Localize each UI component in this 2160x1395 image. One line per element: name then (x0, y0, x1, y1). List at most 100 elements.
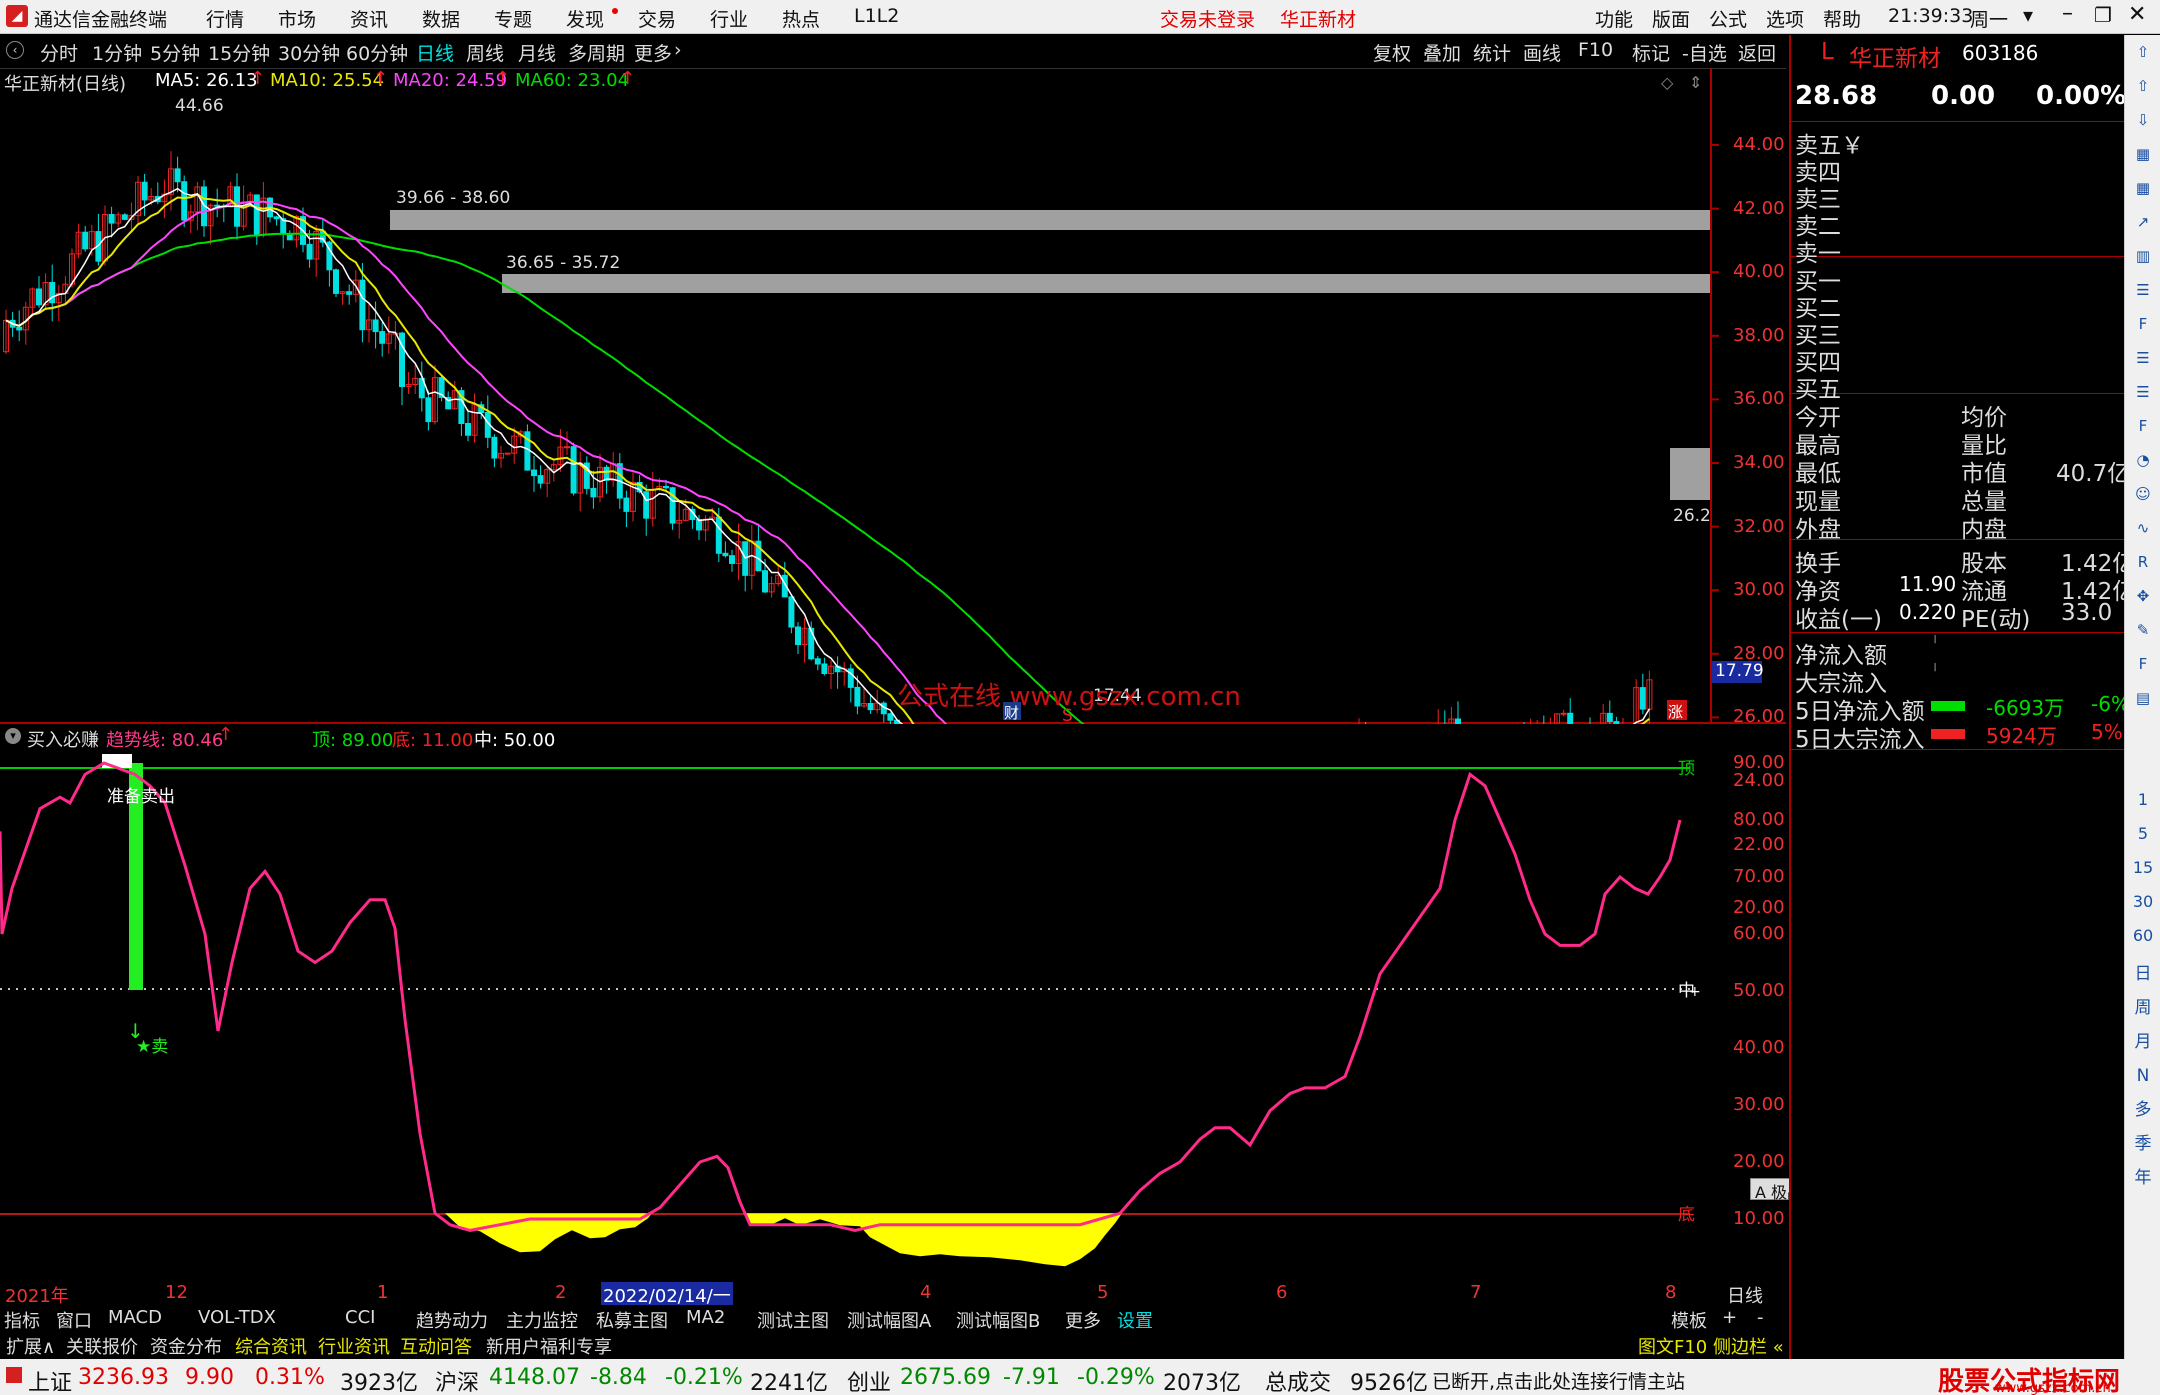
extension-tab[interactable]: 综合资讯 (235, 1333, 307, 1359)
menu-data[interactable]: 数据 (422, 5, 460, 32)
indicator-tab[interactable]: 测试幅图A (847, 1307, 931, 1333)
macd-icon[interactable]: ∿ (2132, 517, 2154, 539)
period-week[interactable]: 周线 (466, 39, 504, 66)
period-intraday[interactable]: 分时 (40, 39, 78, 66)
tool-watchlist[interactable]: -自选 (1682, 39, 1727, 66)
period-30min[interactable]: 30分钟 (278, 39, 340, 66)
menu-market[interactable]: 市场 (278, 5, 316, 32)
menu-help[interactable]: 帮助 (1823, 5, 1861, 32)
menu-l1l2[interactable]: L1L2 (854, 5, 899, 27)
side-period-number[interactable]: 30 (2132, 891, 2154, 913)
indicator-tab[interactable]: CCI (345, 1307, 375, 1328)
list-icon[interactable]: ☰ (2132, 347, 2154, 369)
side-period[interactable]: 周 (2132, 997, 2154, 1019)
pen-icon[interactable]: ✎ (2132, 619, 2154, 641)
diamond-icon[interactable]: ◇ (1661, 73, 1674, 92)
minimize-icon[interactable]: – (2062, 1, 2073, 26)
tool-mark[interactable]: 标记 (1632, 39, 1670, 66)
collapse-icon[interactable]: ‹ (6, 41, 24, 59)
indicator-tab[interactable]: MA2 (686, 1307, 725, 1328)
tool-back[interactable]: 返回 (1738, 39, 1776, 66)
indicator-tab[interactable]: 指标 (4, 1307, 40, 1333)
indicator-tab[interactable]: 趋势动力 (416, 1307, 488, 1333)
indicator-tab[interactable]: 更多 (1065, 1307, 1101, 1333)
indicator-chart[interactable]: 准备卖出 ↓ ★卖 顶 中 底 + (0, 724, 1786, 1296)
clock-icon[interactable]: ◔ (2132, 449, 2154, 471)
extension-tab[interactable]: 新用户福利专享 (486, 1333, 612, 1359)
period-1min[interactable]: 1分钟 (92, 39, 142, 66)
side-tab[interactable]: 图文F10 (1638, 1333, 1707, 1359)
down-icon[interactable]: ⇩ (2132, 109, 2154, 131)
expand-icon[interactable]: ⇕ (1689, 73, 1702, 92)
indicator-tab[interactable]: VOL-TDX (198, 1307, 276, 1328)
list-icon[interactable]: ☰ (2132, 279, 2154, 301)
side-period[interactable]: 季 (2132, 1133, 2154, 1155)
side-period[interactable]: 月 (2132, 1031, 2154, 1053)
rsi-icon[interactable]: R (2132, 551, 2154, 573)
menu-layout[interactable]: 版面 (1652, 5, 1690, 32)
indicator-tab[interactable]: 主力监控 (506, 1307, 578, 1333)
side-tab[interactable]: 侧边栏 « (1713, 1333, 1784, 1359)
side-period[interactable]: 多 (2132, 1099, 2154, 1121)
menu-trade[interactable]: 交易 (638, 5, 676, 32)
person-icon[interactable]: ☺ (2132, 483, 2154, 505)
tool-f10[interactable]: F10 (1578, 39, 1613, 61)
menu-formula[interactable]: 公式 (1709, 5, 1747, 32)
table-icon[interactable]: ▦ (2132, 177, 2154, 199)
extension-tab[interactable]: 资金分布 (150, 1333, 222, 1359)
template-button[interactable]: 模板 (1671, 1307, 1707, 1333)
fs-icon[interactable]: F (2132, 653, 2154, 675)
indicator-tab[interactable]: 测试幅图B (956, 1307, 1040, 1333)
side-period-number[interactable]: 60 (2132, 925, 2154, 947)
period-multi[interactable]: 多周期 (568, 39, 625, 66)
kline-chart[interactable]: 44.66 39.66 - 38.60 36.65 - 35.72 17.44 … (0, 68, 1786, 724)
indicator-tab[interactable]: 设置 (1117, 1307, 1153, 1333)
f10-icon[interactable]: F (2132, 313, 2154, 335)
indicator-tab[interactable]: 窗口 (56, 1307, 92, 1333)
fs-icon[interactable]: F (2132, 415, 2154, 437)
menu-news[interactable]: 资讯 (350, 5, 388, 32)
period-month[interactable]: 月线 (518, 39, 556, 66)
period-60min[interactable]: 60分钟 (346, 39, 408, 66)
move-icon[interactable]: ✥ (2132, 585, 2154, 607)
tool-overlay[interactable]: 叠加 (1423, 39, 1461, 66)
menu-topic[interactable]: 专题 (494, 5, 532, 32)
connection-message[interactable]: 已断开,点击此处连接行情主站 (1432, 1367, 1685, 1394)
period-more[interactable]: 更多 (634, 39, 672, 66)
menu-options[interactable]: 选项 (1766, 5, 1804, 32)
period-day[interactable]: 日线 (416, 39, 454, 66)
tool-stats[interactable]: 统计 (1473, 39, 1511, 66)
login-status[interactable]: 交易未登录 (1160, 5, 1255, 32)
menu-function[interactable]: 功能 (1595, 5, 1633, 32)
side-period-number[interactable]: 5 (2132, 823, 2154, 845)
side-period-number[interactable]: 15 (2132, 857, 2154, 879)
side-period[interactable]: N (2132, 1065, 2154, 1087)
candle-icon[interactable]: ▥ (2132, 245, 2154, 267)
extension-tab[interactable]: 互动问答 (400, 1333, 472, 1359)
extension-tab[interactable]: 行业资讯 (318, 1333, 390, 1359)
menu-hot[interactable]: 热点 (782, 5, 820, 32)
window-menu-icon[interactable]: ▾ (2023, 3, 2033, 27)
list-icon[interactable]: ☰ (2132, 381, 2154, 403)
template-button[interactable]: + (1722, 1307, 1737, 1328)
template-button[interactable]: - (1757, 1307, 1764, 1328)
indicator-tab[interactable]: 私募主图 (596, 1307, 668, 1333)
chart-icon[interactable]: ↗ (2132, 211, 2154, 233)
chevron-right-icon[interactable]: › (674, 39, 682, 61)
side-period[interactable]: 日 (2132, 963, 2154, 985)
indicator-tab[interactable]: 测试主图 (757, 1307, 829, 1333)
menu-quotes[interactable]: 行情 (206, 5, 244, 32)
extension-tab[interactable]: 关联报价 (66, 1333, 138, 1359)
tool-draw[interactable]: 画线 (1523, 39, 1561, 66)
extension-tab[interactable]: 扩展∧ (6, 1333, 55, 1359)
close-icon[interactable]: ✕ (2128, 2, 2146, 27)
period-5min[interactable]: 5分钟 (150, 39, 200, 66)
menu-industry[interactable]: 行业 (710, 5, 748, 32)
side-period-number[interactable]: 1 (2132, 789, 2154, 811)
table-icon[interactable]: ▦ (2132, 143, 2154, 165)
up-icon[interactable]: ⇧ (2132, 75, 2154, 97)
menu-discover[interactable]: 发现 (566, 5, 604, 32)
side-period[interactable]: 年 (2132, 1167, 2154, 1189)
period-15min[interactable]: 15分钟 (208, 39, 270, 66)
restore-icon[interactable]: ❐ (2094, 3, 2112, 27)
